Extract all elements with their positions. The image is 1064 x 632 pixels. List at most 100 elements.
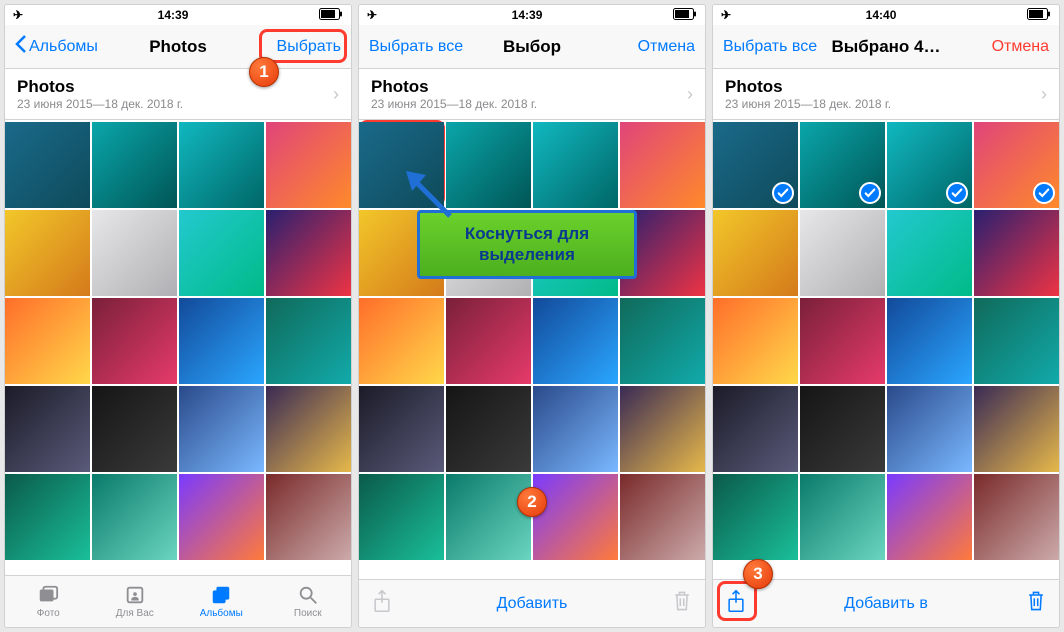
- selected-check-icon: [772, 182, 794, 204]
- add-button[interactable]: Добавить: [497, 595, 568, 613]
- callout-tooltip: Коснуться для выделения: [417, 210, 637, 279]
- photo-thumbnail[interactable]: [92, 474, 177, 560]
- nav-title: Выбор: [503, 37, 561, 57]
- section-header[interactable]: Photos 23 июня 2015—18 дек. 2018 г. ›: [713, 69, 1059, 120]
- selected-check-icon: [859, 182, 881, 204]
- back-button[interactable]: Альбомы: [15, 35, 98, 58]
- photo-thumbnail[interactable]: [359, 298, 444, 384]
- photo-thumbnail[interactable]: [533, 298, 618, 384]
- step-badge-3: 3: [743, 559, 773, 589]
- photo-thumbnail[interactable]: [92, 386, 177, 472]
- photo-thumbnail[interactable]: [266, 122, 351, 208]
- photo-thumbnail[interactable]: [179, 122, 264, 208]
- photo-thumbnail[interactable]: [800, 122, 885, 208]
- photo-thumbnail[interactable]: [533, 122, 618, 208]
- photo-thumbnail[interactable]: [179, 474, 264, 560]
- share-button[interactable]: [725, 589, 747, 618]
- photo-thumbnail[interactable]: [887, 298, 972, 384]
- airplane-icon: ✈: [721, 8, 731, 22]
- photo-thumbnail[interactable]: [887, 386, 972, 472]
- photo-thumbnail[interactable]: [5, 474, 90, 560]
- photo-thumbnail[interactable]: [620, 386, 705, 472]
- airplane-icon: ✈: [367, 8, 377, 22]
- status-bar: ✈ 14:39: [359, 5, 705, 25]
- status-time: 14:40: [866, 8, 897, 22]
- arrow-icon: [400, 161, 460, 221]
- photo-thumbnail[interactable]: [713, 210, 798, 296]
- nav-title: Photos: [149, 37, 207, 57]
- select-all-button[interactable]: Выбрать все: [723, 38, 817, 56]
- photo-thumbnail[interactable]: [713, 474, 798, 560]
- photo-thumbnail[interactable]: [800, 298, 885, 384]
- cancel-button[interactable]: Отмена: [992, 38, 1049, 56]
- photo-thumbnail[interactable]: [5, 122, 90, 208]
- nav-bar: Выбрать все Выбор Отмена: [359, 25, 705, 69]
- tab-photos[interactable]: Фото: [5, 576, 92, 627]
- nav-bar: Выбрать все Выбрано 4… Отмена: [713, 25, 1059, 69]
- photo-thumbnail[interactable]: [266, 298, 351, 384]
- select-button[interactable]: Выбрать: [277, 38, 341, 56]
- section-header[interactable]: Photos 23 июня 2015—18 дек. 2018 г. ›: [359, 69, 705, 120]
- photo-thumbnail[interactable]: [620, 298, 705, 384]
- photo-thumbnail[interactable]: [92, 298, 177, 384]
- trash-button[interactable]: [1025, 589, 1047, 618]
- photo-thumbnail[interactable]: [713, 298, 798, 384]
- tab-search[interactable]: Поиск: [265, 576, 352, 627]
- section-title: Photos: [17, 77, 183, 97]
- cancel-button[interactable]: Отмена: [638, 38, 695, 56]
- photo-thumbnail[interactable]: [713, 386, 798, 472]
- photo-thumbnail[interactable]: [533, 474, 618, 560]
- section-subtitle: 23 июня 2015—18 дек. 2018 г.: [17, 97, 183, 111]
- photo-thumbnail[interactable]: [620, 474, 705, 560]
- status-time: 14:39: [158, 8, 189, 22]
- photo-thumbnail[interactable]: [887, 474, 972, 560]
- photo-thumbnail[interactable]: [179, 210, 264, 296]
- airplane-icon: ✈: [13, 8, 23, 22]
- screen-1: ✈ 14:39 Альбомы Photos Выбрать Photos 23…: [4, 4, 352, 628]
- photo-thumbnail[interactable]: [446, 474, 531, 560]
- photo-thumbnail[interactable]: [974, 386, 1059, 472]
- photo-thumbnail[interactable]: [974, 210, 1059, 296]
- section-header[interactable]: Photos 23 июня 2015—18 дек. 2018 г. ›: [5, 69, 351, 120]
- photo-thumbnail[interactable]: [5, 298, 90, 384]
- photo-thumbnail[interactable]: [446, 298, 531, 384]
- battery-icon: [1027, 8, 1051, 23]
- photo-thumbnail[interactable]: [620, 122, 705, 208]
- status-time: 14:39: [512, 8, 543, 22]
- add-to-button[interactable]: Добавить в: [844, 595, 928, 613]
- photo-thumbnail[interactable]: [887, 122, 972, 208]
- step-badge-2: 2: [517, 487, 547, 517]
- trash-icon: [671, 589, 693, 618]
- photo-thumbnail[interactable]: [5, 386, 90, 472]
- photo-thumbnail[interactable]: [179, 386, 264, 472]
- tab-bar: Фото Для Вас Альбомы Поиск: [5, 575, 351, 627]
- photo-thumbnail[interactable]: [713, 122, 798, 208]
- photo-thumbnail[interactable]: [974, 298, 1059, 384]
- photo-thumbnail[interactable]: [887, 210, 972, 296]
- selected-check-icon: [946, 182, 968, 204]
- select-all-button[interactable]: Выбрать все: [369, 38, 463, 56]
- battery-icon: [319, 8, 343, 23]
- section-subtitle: 23 июня 2015—18 дек. 2018 г.: [725, 97, 891, 111]
- photo-thumbnail[interactable]: [359, 386, 444, 472]
- photo-thumbnail[interactable]: [5, 210, 90, 296]
- photo-thumbnail[interactable]: [800, 386, 885, 472]
- share-icon: [371, 589, 393, 618]
- photo-thumbnail[interactable]: [266, 386, 351, 472]
- photo-thumbnail[interactable]: [974, 474, 1059, 560]
- photo-thumbnail[interactable]: [446, 386, 531, 472]
- photo-thumbnail[interactable]: [359, 474, 444, 560]
- photo-thumbnail[interactable]: [266, 210, 351, 296]
- battery-icon: [673, 8, 697, 23]
- photo-thumbnail[interactable]: [92, 122, 177, 208]
- photo-thumbnail[interactable]: [266, 474, 351, 560]
- photo-thumbnail[interactable]: [533, 386, 618, 472]
- photo-thumbnail[interactable]: [179, 298, 264, 384]
- tab-for-you[interactable]: Для Вас: [92, 576, 179, 627]
- photo-thumbnail[interactable]: [92, 210, 177, 296]
- photo-thumbnail[interactable]: [974, 122, 1059, 208]
- photo-thumbnail[interactable]: [800, 474, 885, 560]
- tab-albums[interactable]: Альбомы: [178, 576, 265, 627]
- photo-thumbnail[interactable]: [800, 210, 885, 296]
- selected-check-icon: [1033, 182, 1055, 204]
